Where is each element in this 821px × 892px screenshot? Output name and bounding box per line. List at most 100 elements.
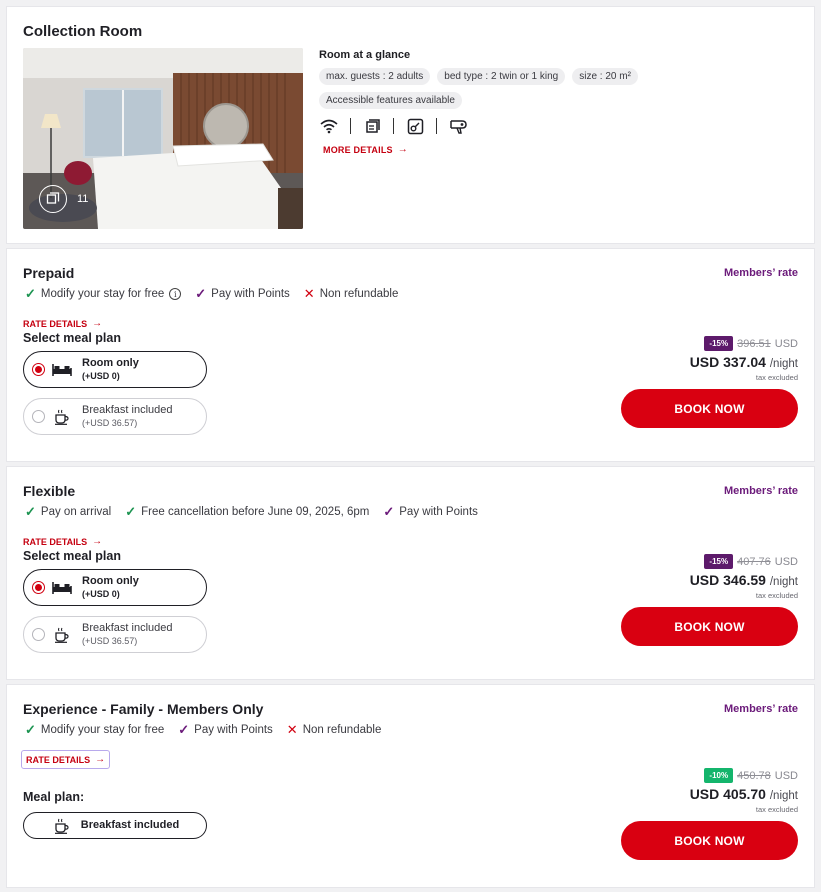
- gallery-icon: [39, 185, 67, 213]
- price-original: -15% 396.51 USD: [690, 336, 798, 351]
- more-details-link[interactable]: MORE DETAILS →: [323, 144, 799, 155]
- meal-text: Breakfast included: [81, 819, 179, 833]
- amenities: [319, 116, 799, 136]
- meal-option-breakfast[interactable]: Breakfast included (+USD 36.57): [23, 616, 207, 653]
- more-details-label: MORE DETAILS: [323, 144, 393, 155]
- price-original: -15% 407.76 USD: [690, 554, 798, 569]
- meal-price: (+USD 0): [82, 588, 120, 599]
- old-price-currency: USD: [774, 555, 798, 568]
- members-rate-label: Members’ rate: [724, 703, 798, 715]
- coffee-icon: [51, 818, 73, 834]
- per-night: /night: [769, 358, 798, 370]
- feature-label: Pay with Points: [194, 724, 273, 736]
- hairdryer-icon: [448, 116, 468, 136]
- coffee-icon: [51, 627, 73, 643]
- check-icon: ✓: [25, 286, 36, 301]
- room-photo[interactable]: 11: [23, 48, 303, 229]
- feature-label: Pay with Points: [399, 506, 478, 518]
- photo-count-label: 11: [77, 193, 89, 205]
- rate-features: ✓ Modify your stay for free i ✓ Pay with…: [25, 286, 398, 302]
- book-now-button[interactable]: BOOK NOW: [621, 607, 798, 646]
- photo-count[interactable]: 11: [39, 185, 88, 213]
- radio-unselected[interactable]: [32, 410, 45, 423]
- room-card: Collection Room 11 Room at a glance max.…: [6, 6, 815, 244]
- max-guests-pill: max. guests : 2 adults: [319, 68, 431, 85]
- check-icon: ✓: [178, 722, 190, 737]
- meal-option-breakfast: Breakfast included: [23, 812, 207, 839]
- discount-badge: -10%: [704, 768, 734, 783]
- glance-title: Room at a glance: [319, 49, 411, 61]
- meal-text: Breakfast included (+USD 36.57): [82, 404, 173, 429]
- meal-plan-title: Select meal plan: [23, 331, 121, 345]
- rate-details-label: RATE DETAILS: [23, 536, 88, 547]
- feature-refund: ✕ Non refundable: [287, 722, 382, 738]
- amenity-divider: [350, 118, 351, 134]
- members-rate-label: Members’ rate: [724, 267, 798, 279]
- bed-icon: [51, 581, 73, 595]
- check-icon: ✓: [195, 286, 207, 301]
- accessible-pill: Accessible features available: [319, 92, 462, 109]
- feature-label: Pay on arrival: [40, 506, 112, 518]
- feature-modify: ✓ Modify your stay for free: [25, 722, 164, 738]
- tax-note: tax excluded: [755, 373, 798, 382]
- amenity-divider: [436, 118, 437, 134]
- feature-points: ✓ Pay with Points: [178, 722, 273, 738]
- rate-details-link[interactable]: RATE DETAILS →: [21, 750, 111, 769]
- old-price: 450.78: [737, 769, 771, 782]
- check-icon: ✓: [25, 504, 36, 519]
- meal-price: (+USD 36.57): [82, 417, 138, 428]
- meal-title: Room only: [82, 357, 139, 369]
- book-now-button[interactable]: BOOK NOW: [621, 821, 798, 860]
- price-current: USD 337.04 /night: [690, 354, 798, 370]
- arrow-right-icon: →: [92, 318, 103, 329]
- price-block: -10% 450.78 USD USD 405.70 /night tax ex…: [690, 768, 798, 814]
- rate-name: Flexible: [23, 483, 76, 499]
- price-block: -15% 396.51 USD USD 337.04 /night tax ex…: [690, 336, 798, 382]
- rate-features: ✓ Pay on arrival ✓ Free cancellation bef…: [25, 504, 478, 520]
- meal-text: Room only (+USD 0): [82, 575, 139, 600]
- arrow-right-icon: →: [92, 536, 103, 547]
- check-icon: ✓: [25, 722, 36, 737]
- rate-card-experience-family: Experience - Family - Members Only Membe…: [6, 684, 815, 888]
- price-amount: USD 337.04: [689, 354, 766, 370]
- price-current: USD 405.70 /night: [690, 786, 798, 802]
- discount-badge: -15%: [704, 336, 734, 351]
- info-icon[interactable]: i: [169, 288, 182, 300]
- rate-name: Experience - Family - Members Only: [23, 701, 264, 717]
- arrow-right-icon: →: [397, 144, 408, 155]
- meal-option-room-only[interactable]: Room only (+USD 0): [23, 351, 207, 388]
- feature-pay-arrival: ✓ Pay on arrival: [25, 504, 111, 520]
- rate-details-link[interactable]: RATE DETAILS →: [23, 536, 102, 547]
- meal-option-breakfast[interactable]: Breakfast included (+USD 36.57): [23, 398, 207, 435]
- tax-note: tax excluded: [755, 591, 798, 600]
- meal-text: Room only (+USD 0): [82, 357, 139, 382]
- radio-unselected[interactable]: [32, 628, 45, 641]
- feature-free-cancel: ✓ Free cancellation before June 09, 2025…: [125, 504, 369, 520]
- meal-text: Breakfast included (+USD 36.57): [82, 622, 173, 647]
- old-price: 407.76: [737, 555, 771, 568]
- meal-price: (+USD 36.57): [82, 635, 138, 646]
- feature-label: Non refundable: [302, 724, 382, 736]
- price-block: -15% 407.76 USD USD 346.59 /night tax ex…: [690, 554, 798, 600]
- meal-option-room-only[interactable]: Room only (+USD 0): [23, 569, 207, 606]
- rate-details-label: RATE DETAILS: [23, 318, 88, 329]
- radio-selected[interactable]: [32, 363, 45, 376]
- meal-title: Breakfast included: [82, 622, 173, 634]
- meal-title: Room only: [82, 575, 139, 587]
- rate-card-prepaid: Prepaid Members’ rate ✓ Modify your stay…: [6, 248, 815, 462]
- rate-name: Prepaid: [23, 265, 75, 281]
- tv-icon: [362, 116, 382, 136]
- meal-plan-title: Meal plan:: [23, 790, 85, 804]
- radio-selected[interactable]: [32, 581, 45, 594]
- safe-icon: [405, 116, 425, 136]
- rate-details-link[interactable]: RATE DETAILS →: [23, 318, 102, 329]
- feature-refund: ✕ Non refundable: [304, 286, 399, 302]
- old-price-currency: USD: [774, 337, 798, 350]
- old-price-currency: USD: [774, 769, 798, 782]
- feature-label: Modify your stay for free: [40, 724, 165, 736]
- feature-points: ✓ Pay with Points: [195, 286, 290, 302]
- accessible-row: Accessible features available: [319, 92, 799, 109]
- bed-icon: [51, 363, 73, 377]
- book-now-button[interactable]: BOOK NOW: [621, 389, 798, 428]
- feature-label: Pay with Points: [211, 288, 290, 300]
